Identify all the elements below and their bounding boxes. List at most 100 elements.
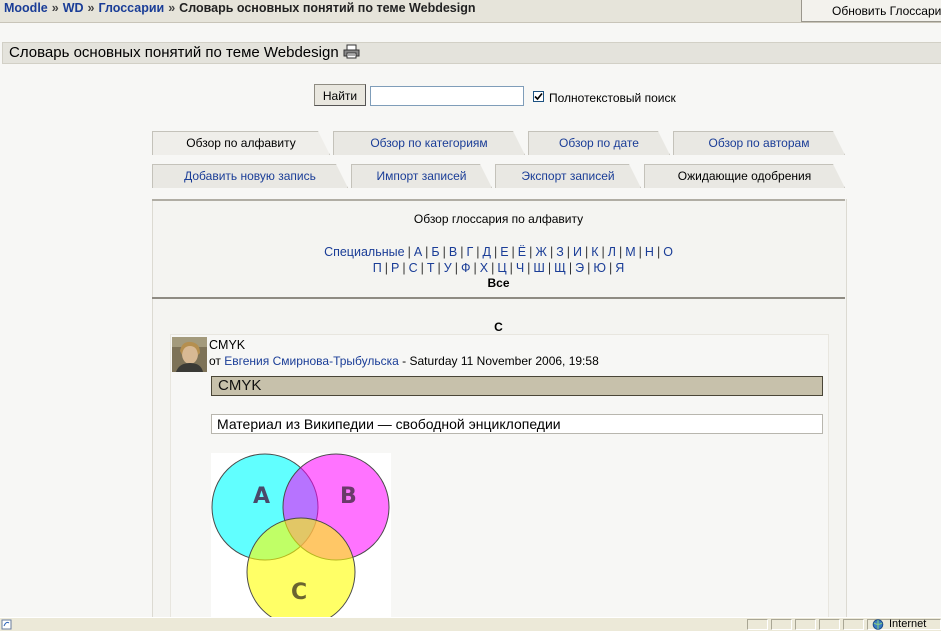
alphabet-separator: | (509, 261, 513, 275)
alphabet-separator: | (527, 261, 531, 275)
alphabet-letter-link[interactable]: Т (427, 261, 435, 275)
navigation-bar: Moodle» WD» Глоссарии» Словарь основных пон… (0, 0, 941, 23)
breadcrumb-glossaries[interactable]: Глоссарии (98, 1, 164, 15)
tab-export[interactable]: Экспорт записей (495, 164, 641, 188)
alphabet-separator: | (420, 261, 424, 275)
alphabet-letter-link[interactable]: Е (500, 245, 508, 259)
alphabet-letter-link[interactable]: Р (391, 261, 399, 275)
alphabet-letter-link[interactable]: Л (608, 245, 616, 259)
tab-import[interactable]: Импорт записей (351, 164, 492, 188)
entry-date: - Saturday 11 November 2006, 19:58 (402, 354, 599, 368)
alphabet-letter-link[interactable]: Э (575, 261, 584, 275)
alphabet-letter-link[interactable]: Б (431, 245, 439, 259)
breadcrumb-moodle[interactable]: Moodle (4, 1, 48, 15)
venn-label-b: B (340, 484, 357, 509)
tab-browse-date[interactable]: Обзор по дате (528, 131, 670, 155)
alphabet-separator: | (587, 261, 591, 275)
tab-label: Обзор по авторам (708, 136, 810, 150)
tab-browse-category[interactable]: Обзор по категориям (333, 131, 525, 155)
alphabet-letter-link[interactable]: З (556, 245, 564, 259)
alphabet-separator: | (454, 261, 458, 275)
alphabet-separator: | (547, 261, 552, 275)
alphabet-separator: | (566, 245, 570, 259)
checkmark-icon (534, 92, 543, 101)
alphabet-letter-link[interactable]: И (573, 245, 582, 259)
alphabet-separator: | (568, 261, 573, 275)
status-panel (771, 619, 792, 630)
tab-label: Ожидающие одобрения (677, 169, 812, 183)
alphabet-letter-link[interactable]: К (591, 245, 598, 259)
alphabet-separator: | (476, 245, 480, 259)
alphabet-letter-link[interactable]: Н (645, 245, 654, 259)
alphabet-letter-link[interactable]: П (373, 261, 382, 275)
alphabet-letter-link[interactable]: Ц (497, 261, 506, 275)
divider (152, 297, 845, 299)
alphabet-separator: | (402, 261, 406, 275)
tab-pending-approval[interactable]: Ожидающие одобрения (644, 164, 845, 188)
alphabet-letter-link[interactable]: О (663, 245, 673, 259)
alphabet-letter-link[interactable]: Ю (593, 261, 606, 275)
tab-browse-author[interactable]: Обзор по авторам (673, 131, 845, 155)
breadcrumb-separator: » (168, 1, 176, 15)
alphabet-letter-link[interactable]: Д (482, 245, 490, 259)
alphabet-separator: | (425, 245, 429, 259)
alphabet-letter-link[interactable]: Ё (518, 245, 526, 259)
avatar[interactable] (172, 337, 207, 372)
status-panel (843, 619, 864, 630)
alphabet-letter-link[interactable]: Щ (554, 261, 566, 275)
tab-label: Обзор по категориям (370, 136, 488, 150)
breadcrumb-separator: » (87, 1, 95, 15)
security-zone-label: Internet (889, 618, 927, 630)
letter-heading: C (494, 320, 503, 334)
alphabet-letter-link[interactable]: Ч (516, 261, 524, 275)
breadcrumb-separator: » (51, 1, 59, 15)
tab-browse-alphabet[interactable]: Обзор по алфавиту (152, 131, 330, 155)
tab-label: Добавить новую запись (184, 169, 316, 183)
alphabet-separator: | (618, 245, 623, 259)
alphabet-letter-link[interactable]: Ш (533, 261, 544, 275)
search-input[interactable] (370, 86, 524, 106)
printer-icon[interactable] (343, 44, 360, 64)
all-letters-label: Все (487, 276, 510, 290)
browser-status-bar (0, 617, 941, 631)
source-heading: Материал из Википедии — свободной энцикл… (211, 414, 823, 434)
alphabet-letter-link[interactable]: Х (480, 261, 488, 275)
search-button[interactable]: Найти (314, 84, 366, 106)
alphabet-separator: | (584, 245, 589, 259)
alphabet-letter-link[interactable]: Специальные (324, 245, 405, 259)
alphabet-letter-link[interactable]: М (625, 245, 635, 259)
page-title: Словарь основных понятий по теме Webdesi… (9, 44, 360, 64)
alphabet-letter-link[interactable]: А (414, 245, 422, 259)
alphabet-separator: | (493, 245, 498, 259)
alphabet-letter-link[interactable]: Г (466, 245, 473, 259)
alphabet-separator: | (511, 245, 515, 259)
venn-diagram-icon: A B C (211, 453, 390, 627)
globe-icon (872, 619, 884, 630)
alphabet-separator: | (442, 245, 446, 259)
alphabet-separator: | (384, 261, 388, 275)
alphabet-letter-link[interactable]: Ф (461, 261, 471, 275)
concept-heading: CMYK (211, 376, 823, 396)
tab-add-entry[interactable]: Добавить новую запись (152, 164, 348, 188)
fulltext-checkbox[interactable] (533, 91, 544, 102)
alphabet-letter-link[interactable]: Ж (535, 245, 547, 259)
breadcrumb-current: Словарь основных понятий по теме Webdesi… (179, 1, 476, 15)
page-title-bar: Словарь основных понятий по теме Webdesi… (2, 42, 941, 64)
update-glossary-button[interactable]: Обновить Глоссарий (801, 0, 941, 22)
divider (152, 199, 845, 201)
alphabet-letter-link[interactable]: У (444, 261, 452, 275)
alphabet-letter-link[interactable]: Я (615, 261, 624, 275)
alphabet-separator: | (437, 261, 441, 275)
author-link[interactable]: Евгения Смирнова-Трыбульска (224, 354, 399, 368)
alphabet-letter-link[interactable]: С (409, 261, 418, 275)
status-panel (795, 619, 816, 630)
tab-label: Экспорт записей (521, 169, 615, 183)
browse-title: Обзор глоссария по алфавиту (413, 212, 584, 226)
alphabet-letter-link[interactable]: В (449, 245, 457, 259)
breadcrumb-wd[interactable]: WD (63, 1, 84, 15)
alphabet-separator: | (491, 261, 495, 275)
alphabet-separator: | (460, 245, 464, 259)
alphabet-separator: | (407, 245, 411, 259)
venn-label-a: A (253, 484, 270, 509)
entry-concept: CMYK (209, 338, 246, 352)
